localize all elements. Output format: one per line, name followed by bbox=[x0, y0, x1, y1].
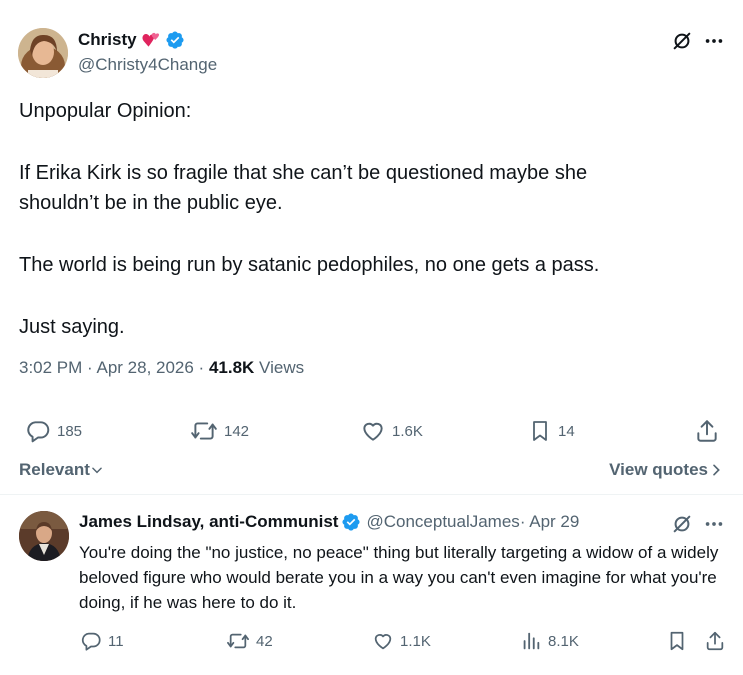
share-icon bbox=[706, 631, 724, 651]
repost-count: 42 bbox=[256, 632, 273, 650]
views-count: 8.1K bbox=[548, 632, 579, 650]
tweet-meta: 3:02 PM · Apr 28, 2026 · 41.8K Views bbox=[19, 358, 304, 378]
chevron-right-icon bbox=[713, 464, 720, 476]
reply-author-name[interactable]: James Lindsay, anti-Communist bbox=[79, 512, 338, 532]
sort-label: Relevant bbox=[19, 460, 90, 479]
views-label: Views bbox=[254, 358, 305, 377]
view-quotes-label: View quotes bbox=[609, 460, 708, 479]
heart-icon bbox=[363, 422, 383, 441]
author-handle[interactable]: @Christy4Change bbox=[78, 55, 217, 75]
tweet-line: The world is being run by satanic pedoph… bbox=[19, 254, 600, 276]
reply-count: 11 bbox=[108, 632, 124, 650]
like-count: 1.1K bbox=[400, 632, 431, 650]
reply-actions: 11 42 1.1K 8.1K bbox=[0, 630, 743, 654]
tweet-text: Unpopular Opinion: If Erika Kirk is so f… bbox=[19, 96, 719, 342]
avatar[interactable] bbox=[18, 28, 68, 78]
tweet-timestamp[interactable]: 3:02 PM · Apr 28, 2026 · bbox=[19, 358, 209, 377]
view-quotes-link[interactable]: View quotes bbox=[609, 460, 724, 480]
like-count: 1.6K bbox=[392, 422, 423, 440]
reply-author-handle[interactable]: @ConceptualJames bbox=[366, 512, 519, 532]
share-icon bbox=[697, 420, 717, 442]
share-button[interactable] bbox=[694, 418, 720, 444]
grok-icon[interactable] bbox=[671, 513, 693, 535]
reply-icon bbox=[81, 632, 101, 651]
sort-replies-dropdown[interactable]: Relevant bbox=[19, 460, 104, 480]
tweet-line: If Erika Kirk is so fragile that she can… bbox=[19, 162, 588, 184]
reply-button[interactable]: 11 bbox=[80, 630, 124, 652]
chevron-down-icon bbox=[92, 467, 102, 474]
reply-header: James Lindsay, anti-Communist @Conceptua… bbox=[79, 512, 579, 532]
share-button[interactable] bbox=[704, 630, 726, 652]
reply-text: You're doing the "no justice, no peace" … bbox=[79, 543, 719, 612]
repost-count: 142 bbox=[224, 422, 250, 440]
divider bbox=[0, 494, 743, 495]
analytics-icon bbox=[523, 632, 540, 650]
tweet-line: Unpopular Opinion: bbox=[19, 100, 192, 122]
heart-emoji-icon bbox=[142, 32, 159, 47]
tweet-line: Just saying. bbox=[19, 316, 125, 338]
bookmark-icon bbox=[670, 631, 684, 651]
grok-icon[interactable] bbox=[671, 30, 693, 52]
views-count: 41.8K bbox=[208, 358, 255, 377]
bookmark-button[interactable]: 14 bbox=[528, 418, 575, 444]
author-name[interactable]: Christy bbox=[78, 30, 137, 50]
reply-avatar[interactable] bbox=[19, 511, 69, 561]
tweet-line: shouldn’t be in the public eye. bbox=[19, 192, 283, 214]
tweet-actions: 185 142 1.6K 14 bbox=[0, 418, 743, 448]
heart-icon bbox=[374, 634, 392, 650]
reply-icon bbox=[27, 421, 50, 443]
reply-count: 185 bbox=[57, 422, 83, 440]
repost-button[interactable]: 142 bbox=[190, 418, 249, 444]
repost-icon bbox=[191, 422, 217, 440]
repost-icon bbox=[227, 633, 249, 649]
like-button[interactable]: 1.1K bbox=[372, 630, 431, 652]
like-button[interactable]: 1.6K bbox=[360, 418, 423, 444]
reply-button[interactable]: 185 bbox=[25, 418, 82, 444]
verified-badge-icon bbox=[166, 31, 184, 49]
verified-badge-icon bbox=[342, 513, 361, 531]
reply-date[interactable]: · Apr 29 bbox=[520, 512, 580, 532]
bookmark-count: 14 bbox=[558, 422, 575, 440]
bookmark-icon bbox=[533, 421, 547, 441]
repost-button[interactable]: 42 bbox=[226, 630, 273, 652]
bookmark-button[interactable] bbox=[666, 630, 688, 652]
more-options-icon[interactable] bbox=[703, 513, 725, 535]
author-row: Christy bbox=[78, 30, 185, 50]
views-button[interactable]: 8.1K bbox=[520, 630, 579, 652]
more-options-icon[interactable] bbox=[703, 30, 725, 52]
